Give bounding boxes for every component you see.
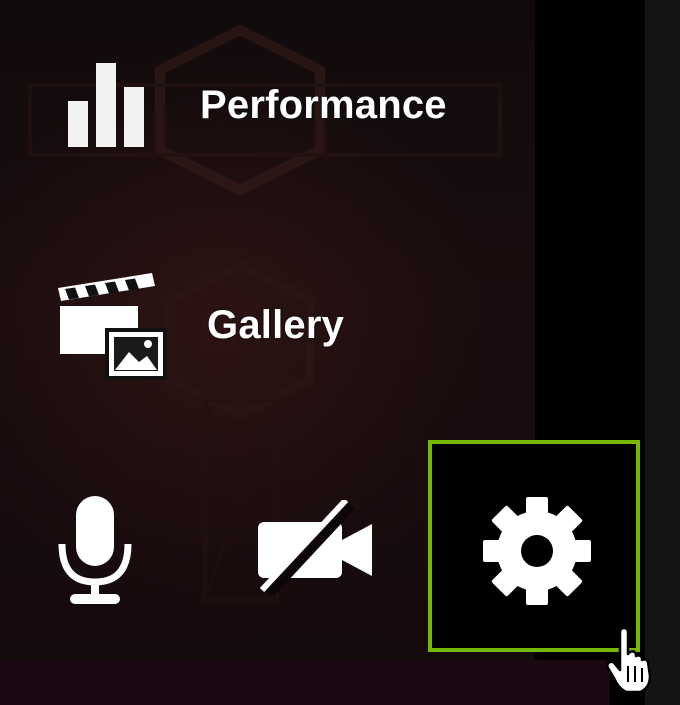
hand-cursor-icon — [606, 628, 652, 694]
camera-off-icon — [258, 497, 372, 597]
side-rail — [645, 0, 680, 705]
menu-item-performance[interactable]: Performance — [60, 55, 447, 155]
menu-item-label: Gallery — [207, 302, 345, 347]
gallery-icon — [58, 272, 167, 380]
menu-item-gallery[interactable]: Gallery — [55, 265, 344, 385]
camera-toggle-button[interactable] — [250, 497, 380, 597]
bar-chart-icon — [68, 63, 144, 147]
microphone-icon — [58, 496, 132, 604]
bottom-bar — [0, 660, 610, 705]
menu-item-label: Performance — [200, 82, 447, 127]
microphone-button[interactable] — [50, 490, 140, 610]
gear-icon — [483, 497, 591, 605]
settings-button[interactable] — [428, 440, 640, 652]
